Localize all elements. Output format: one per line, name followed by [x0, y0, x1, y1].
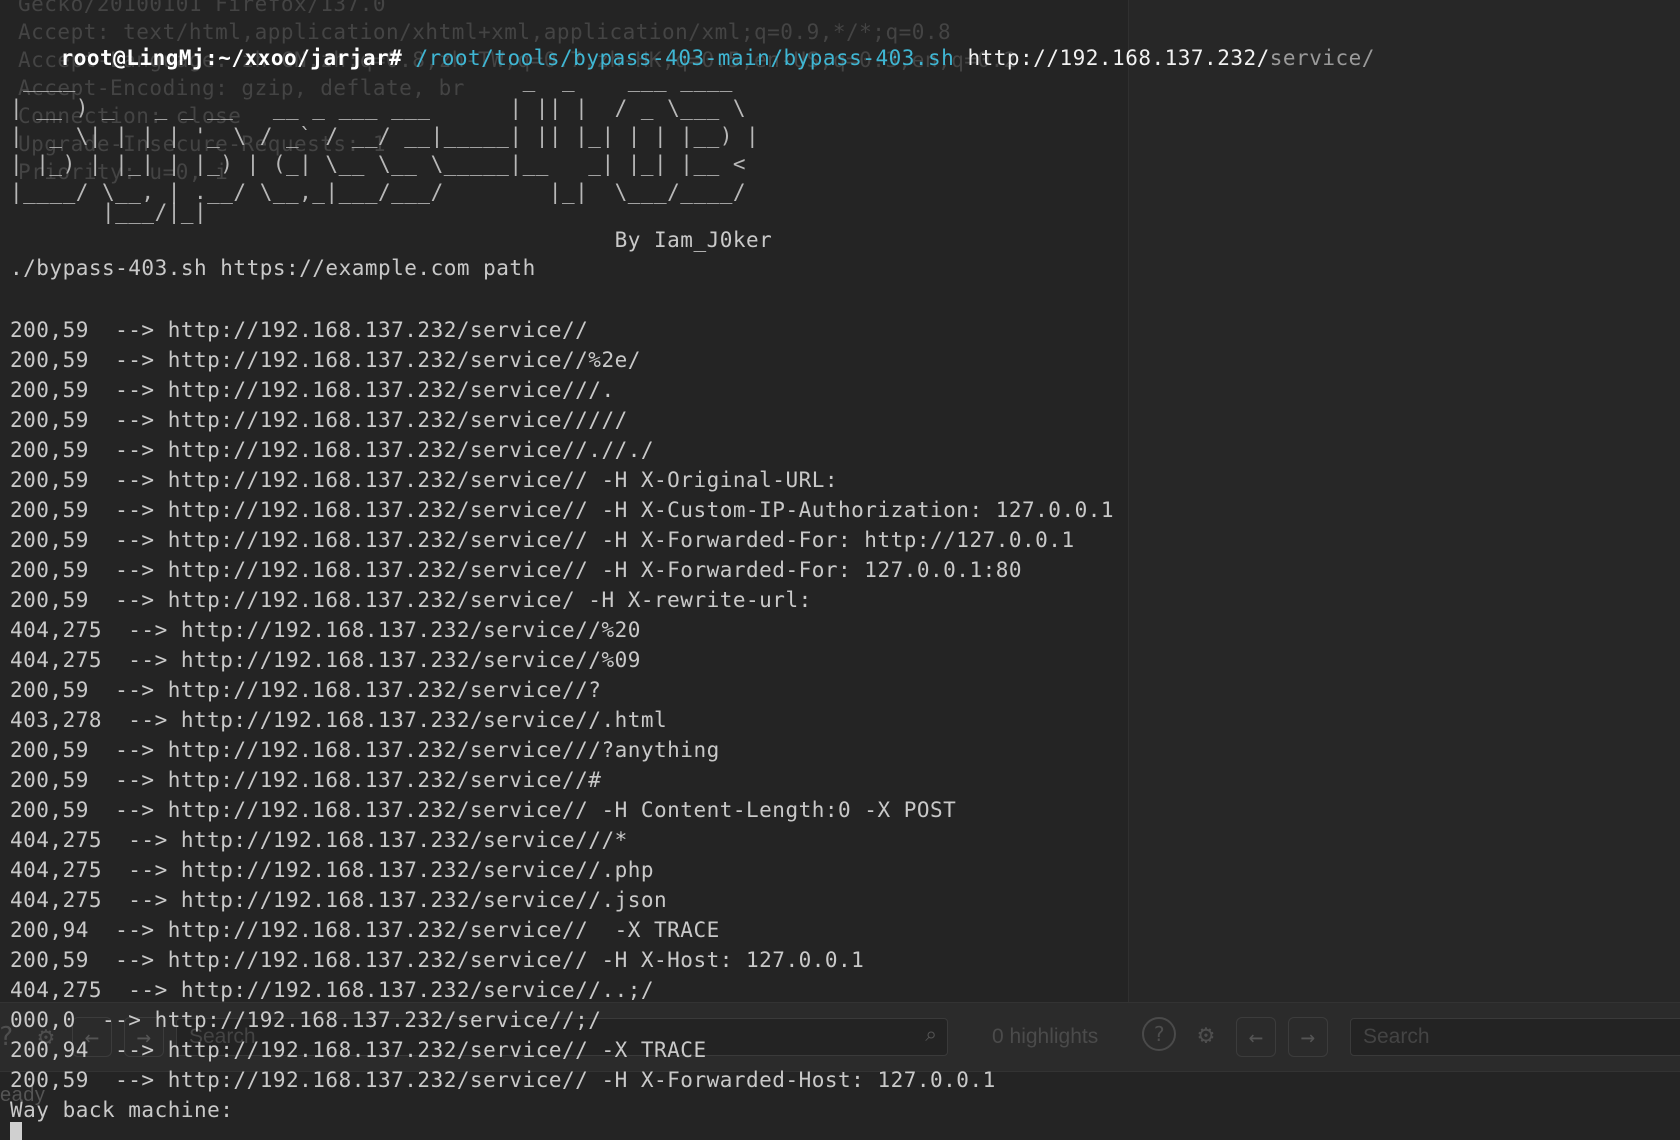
- result-line: 403,278 --> http://192.168.137.232/servi…: [10, 708, 668, 732]
- wayback-line: Way back machine:: [10, 1098, 234, 1122]
- result-line: 000,0 --> http://192.168.137.232/service…: [10, 1008, 602, 1032]
- result-line: 200,59 --> http://192.168.137.232/servic…: [10, 468, 839, 492]
- result-line: 200,59 --> http://192.168.137.232/servic…: [10, 408, 628, 432]
- banner-line-0: ____ _ _ ___ ____: [10, 68, 733, 92]
- prompt-url-path: service/: [1269, 46, 1375, 70]
- result-line: 200,59 --> http://192.168.137.232/servic…: [10, 948, 865, 972]
- result-line: 200,59 --> http://192.168.137.232/servic…: [10, 588, 812, 612]
- result-line: 200,59 --> http://192.168.137.232/servic…: [10, 768, 602, 792]
- banner-line-2: | _ \| | | | '_ \ / _` / __/ __|_____| |…: [10, 124, 760, 148]
- result-line: 200,94 --> http://192.168.137.232/servic…: [10, 1038, 707, 1062]
- terminal-cursor: [10, 1122, 22, 1140]
- result-line: 200,94 --> http://192.168.137.232/servic…: [10, 918, 720, 942]
- result-line: 200,59 --> http://192.168.137.232/servic…: [10, 438, 655, 462]
- prompt-url: http://192.168.137.232/: [954, 46, 1270, 70]
- banner-line-1: | __ ) _ _ _ __ __ _ ___ ___ | || | / _ …: [10, 96, 747, 120]
- result-line: 404,275 --> http://192.168.137.232/servi…: [10, 858, 655, 882]
- result-line: 200,59 --> http://192.168.137.232/servic…: [10, 738, 720, 762]
- author-credit: By Iam_J0ker: [10, 228, 773, 252]
- result-line: 200,59 --> http://192.168.137.232/servic…: [10, 318, 589, 342]
- result-line: 200,59 --> http://192.168.137.232/servic…: [10, 348, 641, 372]
- banner-line-5: |___/|_|: [10, 200, 208, 224]
- result-line: 404,275 --> http://192.168.137.232/servi…: [10, 978, 655, 1002]
- result-line: 200,59 --> http://192.168.137.232/servic…: [10, 378, 615, 402]
- result-line: 404,275 --> http://192.168.137.232/servi…: [10, 618, 641, 642]
- result-line: 200,59 --> http://192.168.137.232/servic…: [10, 1068, 996, 1092]
- result-line: 200,59 --> http://192.168.137.232/servic…: [10, 798, 957, 822]
- result-line: 404,275 --> http://192.168.137.232/servi…: [10, 828, 628, 852]
- result-line: 200,59 --> http://192.168.137.232/servic…: [10, 528, 1075, 552]
- terminal-window[interactable]: root@LingMj:~/xxoo/jarjar# /root/tools/b…: [0, 0, 1680, 1140]
- result-line: 200,59 --> http://192.168.137.232/servic…: [10, 558, 1023, 582]
- banner-line-3: | |_) | |_| | |_) | (_| \__ \__ \_____|_…: [10, 152, 747, 176]
- usage-line: ./bypass-403.sh https://example.com path: [10, 256, 536, 280]
- result-line: 200,59 --> http://192.168.137.232/servic…: [10, 498, 1115, 522]
- result-line: 200,59 --> http://192.168.137.232/servic…: [10, 678, 602, 702]
- result-line: 404,275 --> http://192.168.137.232/servi…: [10, 888, 668, 912]
- result-line: 404,275 --> http://192.168.137.232/servi…: [10, 648, 641, 672]
